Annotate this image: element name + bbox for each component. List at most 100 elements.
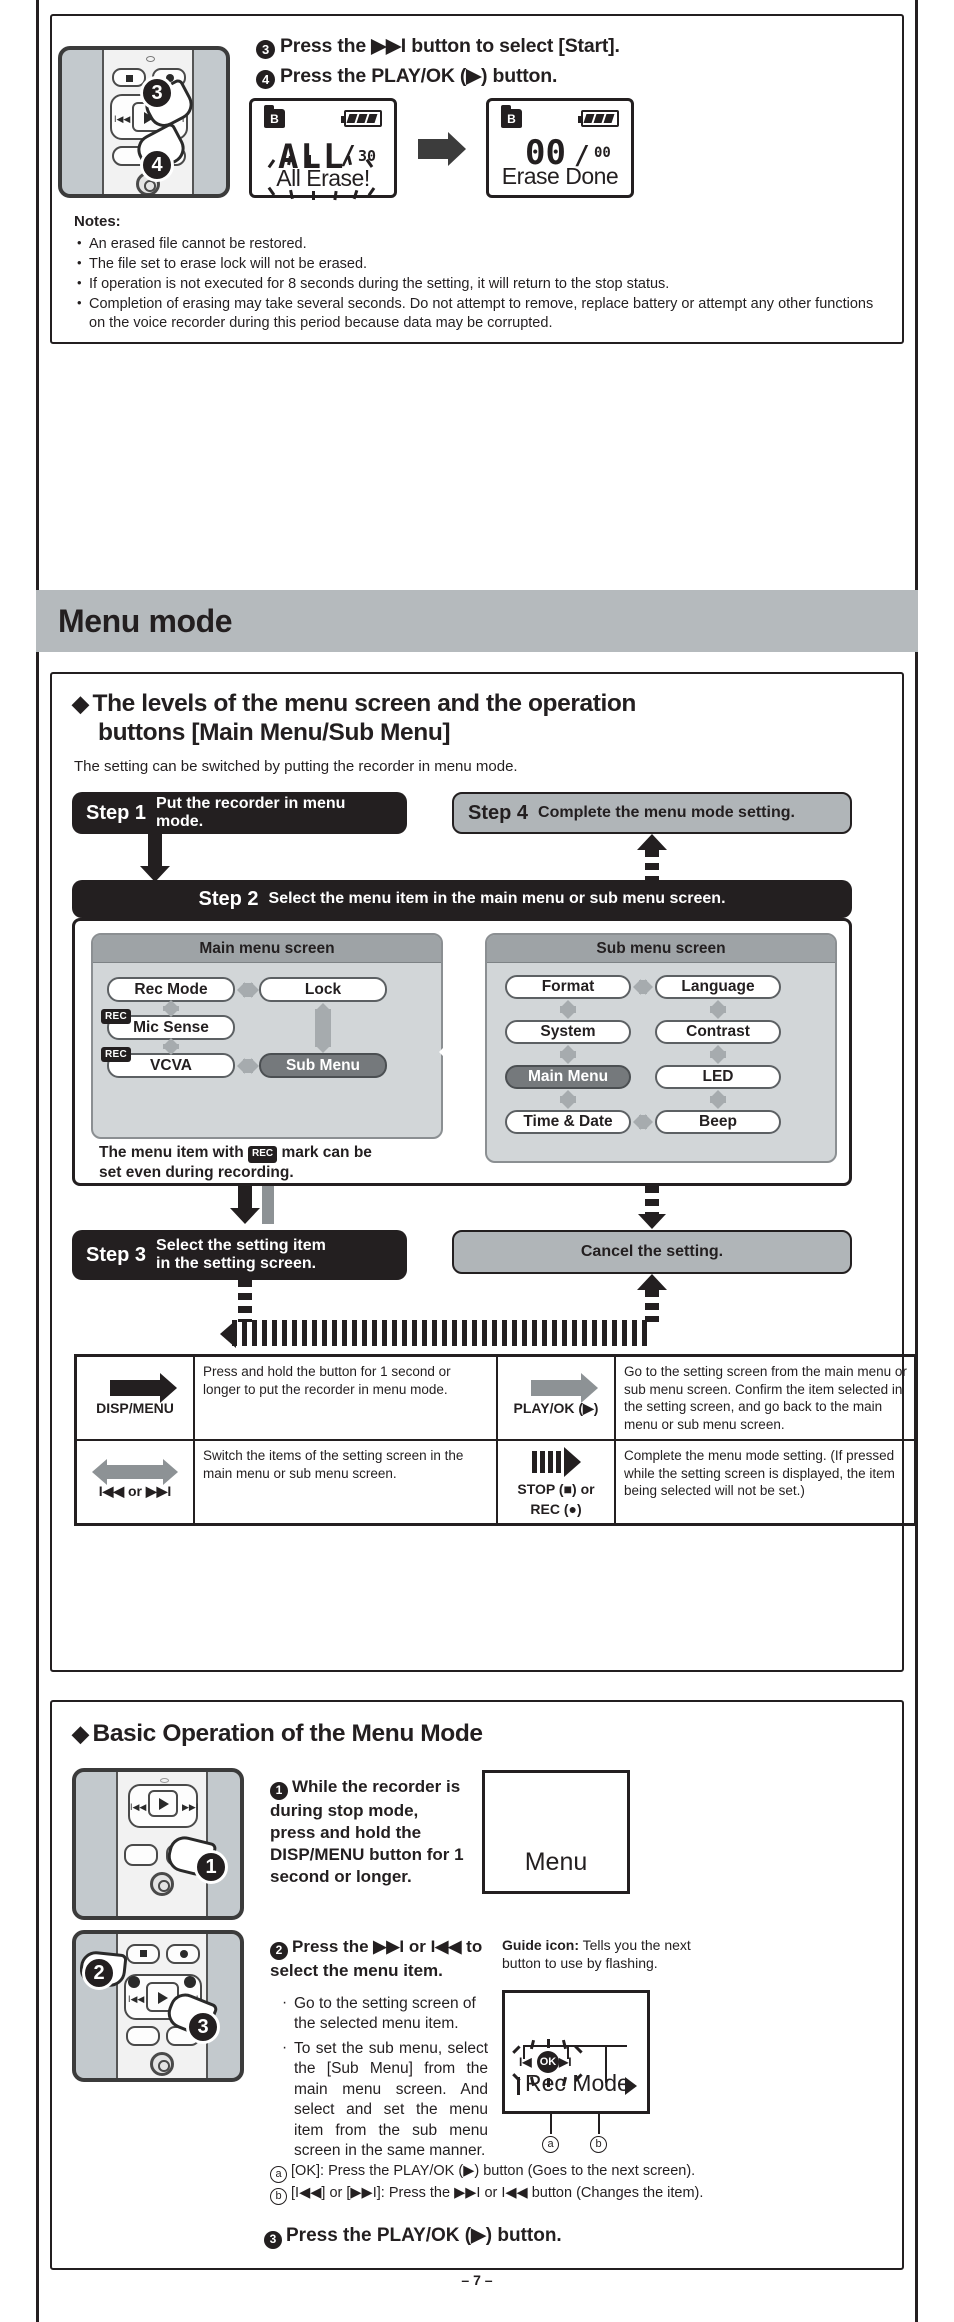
banner-title: Menu mode [58,602,233,639]
recorder-illustration-erase: I◀◀ ▶▶I 3 4 [58,46,230,198]
menu-item-label: Language [681,978,755,995]
legend-label-line2: REC (●) [530,1501,582,1518]
cancel-text: Cancel the setting. [580,1242,724,1260]
rec-mark-note: The menu item with REC mark can be set e… [99,1143,449,1182]
target-dot-left [128,1976,140,1988]
note-item: An erased file cannot be restored. [74,234,884,254]
main-menu-screen-card: Main menu screen Rec Mode Lock REC Mic S… [91,933,443,1139]
basic-step-1-badge: 1 [270,1781,288,1800]
step-3-box: Step 3 Select the setting item in the se… [72,1230,407,1280]
arrow-step1-to-step2-icon [140,834,170,882]
lcd-guide-icon-screen: I◀ ▶I OK Rec Mode [502,1990,650,2114]
arrow-format-language-icon [633,980,653,994]
guide-icon-label: Guide icon: [502,1937,579,1953]
transition-arrow-icon [418,139,448,159]
page-footer: – 7 – [461,2272,493,2288]
arrow-vcva-submenu-icon [237,1059,259,1073]
submenu-item-beep[interactable]: Beep [655,1110,781,1134]
rec-tag-mic-sense: REC [101,1009,132,1024]
submenu-item-main-menu[interactable]: Main Menu [505,1065,631,1089]
legend-icon-stop-rec: STOP (■) or REC (●) [497,1440,615,1525]
submenu-item-time-date[interactable]: Time & Date [505,1110,631,1134]
menu-item-lock[interactable]: Lock [259,977,387,1002]
arrow-down-to-cancel-icon [638,1214,666,1229]
menu-item-label: VCVA [150,1056,192,1074]
menu-item-label: Mic Sense [133,1018,209,1036]
arrow-micsense-vcva-icon [163,1038,179,1055]
section-banner-menu-mode: Menu mode [36,590,918,652]
menu-screens-container: Main menu screen Rec Mode Lock REC Mic S… [72,918,852,1186]
legend-label: I◀◀ or ▶▶I [98,1482,172,1499]
erase-step-4-instruction: 4 Press the PLAY/OK (▶) button. [256,64,876,89]
diamond-bullet-icon-2: ◆ [72,1721,89,1746]
step-3-label: Step 3 [86,1243,147,1266]
menu-item-sub-menu[interactable]: Sub Menu [259,1053,387,1078]
submenu-item-format[interactable]: Format [505,975,631,999]
basic-step-1-body: While the recorder is during stop mode, … [270,1777,464,1887]
arrow-led-beep-icon [710,1090,726,1109]
step-2-label: Step 2 [198,887,259,910]
erase-step-3-text: Press the ▶▶I button to select [Start]. [280,35,620,57]
step-4-box: Step 4 Complete the menu mode setting. [452,792,852,834]
basic-legend-b: b [I◀◀] or [▶▶I]: Press the ▶▶I or I◀◀ b… [270,2184,870,2205]
rec-tag-vcva: REC [101,1047,132,1062]
submenu-item-language[interactable]: Language [655,975,781,999]
marker-b-leader [598,2114,600,2134]
menu-heading-subtitle: The setting can be switched by putting t… [74,758,518,775]
erase-step-3-instruction: 3 Press the ▶▶I button to select [Start]. [256,34,876,59]
callout-3: 3 [140,76,174,110]
callout-basic-2: 2 [82,1956,116,1990]
lcd-status-row-after: B [501,105,619,131]
step-1-label: Step 1 [86,801,147,824]
dashed-line-step3-down [238,1280,252,1322]
marker-b: b [590,2134,607,2153]
basic-step-3-badge: 3 [264,2230,282,2249]
step-4-badge: 4 [256,70,275,89]
lcd-guide-text: Rec Mode [525,2070,630,2096]
arrow-format-system-icon [560,1000,576,1019]
basic-legend-a: a [OK]: Press the PLAY/OK (▶) button (Go… [270,2162,870,2183]
step-3-badge: 3 [256,40,275,59]
submenu-item-contrast[interactable]: Contrast [655,1020,781,1044]
menu-item-rec-mode[interactable]: Rec Mode [107,977,235,1002]
notes-list: An erased file cannot be restored. The f… [74,234,884,334]
lcd-menu-word: Menu [524,1848,588,1876]
sub-menu-screen-card: Sub menu screen Format Language System C… [485,933,837,1163]
menu-levels-heading: ◆ The levels of the menu screen and the o… [72,690,872,748]
arrow-mainmenu-timedate-icon [560,1090,576,1109]
submenu-item-system[interactable]: System [505,1020,631,1044]
button-legend-table: DISP/MENU Press and hold the button for … [74,1354,918,1527]
rec-tag-inline: REC [248,1146,278,1163]
basic-operation-heading: ◆ Basic Operation of the Menu Mode [72,1720,672,1749]
notes-title: Notes: [74,213,121,230]
flash-rays [266,154,386,201]
guide-icon-caption: Guide icon: Tells you the next button to… [502,1936,700,1973]
menu-item-label: Contrast [686,1023,750,1040]
legend-icon-disp-menu: DISP/MENU [76,1356,194,1441]
legend-text-stop-rec: Complete the menu mode setting. (If pres… [615,1440,918,1525]
menu-item-label: Sub Menu [285,1056,361,1074]
basic-step-1-text: 1 While the recorder is during stop mode,… [270,1776,468,1888]
diamond-bullet-icon: ◆ [72,691,89,716]
basic-step-2-title: 2 Press the ▶▶I or I◀◀ to select the menu… [270,1936,484,1982]
basic-step-3-text: Press the PLAY/OK (▶) button. [286,2225,562,2246]
legend-marker-b: b [270,2187,287,2205]
menu-heading-line1: The levels of the menu screen and the op… [92,690,637,717]
legend-a-text: [OK]: Press the PLAY/OK (▶) button (Goes… [291,2163,696,2179]
menu-item-label: Lock [304,980,342,998]
battery-icon [341,110,382,127]
step-1-text: Put the recorder in menu mode. [156,794,346,830]
menu-item-label: Beep [699,1113,737,1130]
erase-step-4-text: Press the PLAY/OK (▶) button. [280,65,558,87]
callout-4: 4 [140,148,174,182]
menu-item-label: Rec Mode [134,980,208,998]
rec-note-line2: mark can be [281,1144,372,1161]
menu-item-label: Main Menu [527,1068,609,1085]
step-2-box: Step 2 Select the menu item in the main … [72,880,852,918]
arrow-timedate-beep-icon [633,1115,653,1129]
legend-label-line1: STOP (■) or [517,1481,595,1498]
bars-arrow-icon [531,1447,581,1478]
rec-note-line3: set even during recording. [99,1163,294,1181]
submenu-item-led[interactable]: LED [655,1065,781,1089]
manual-page: I◀◀ ▶▶I 3 4 3 Press the ▶▶I button to sel… [0,0,954,2322]
